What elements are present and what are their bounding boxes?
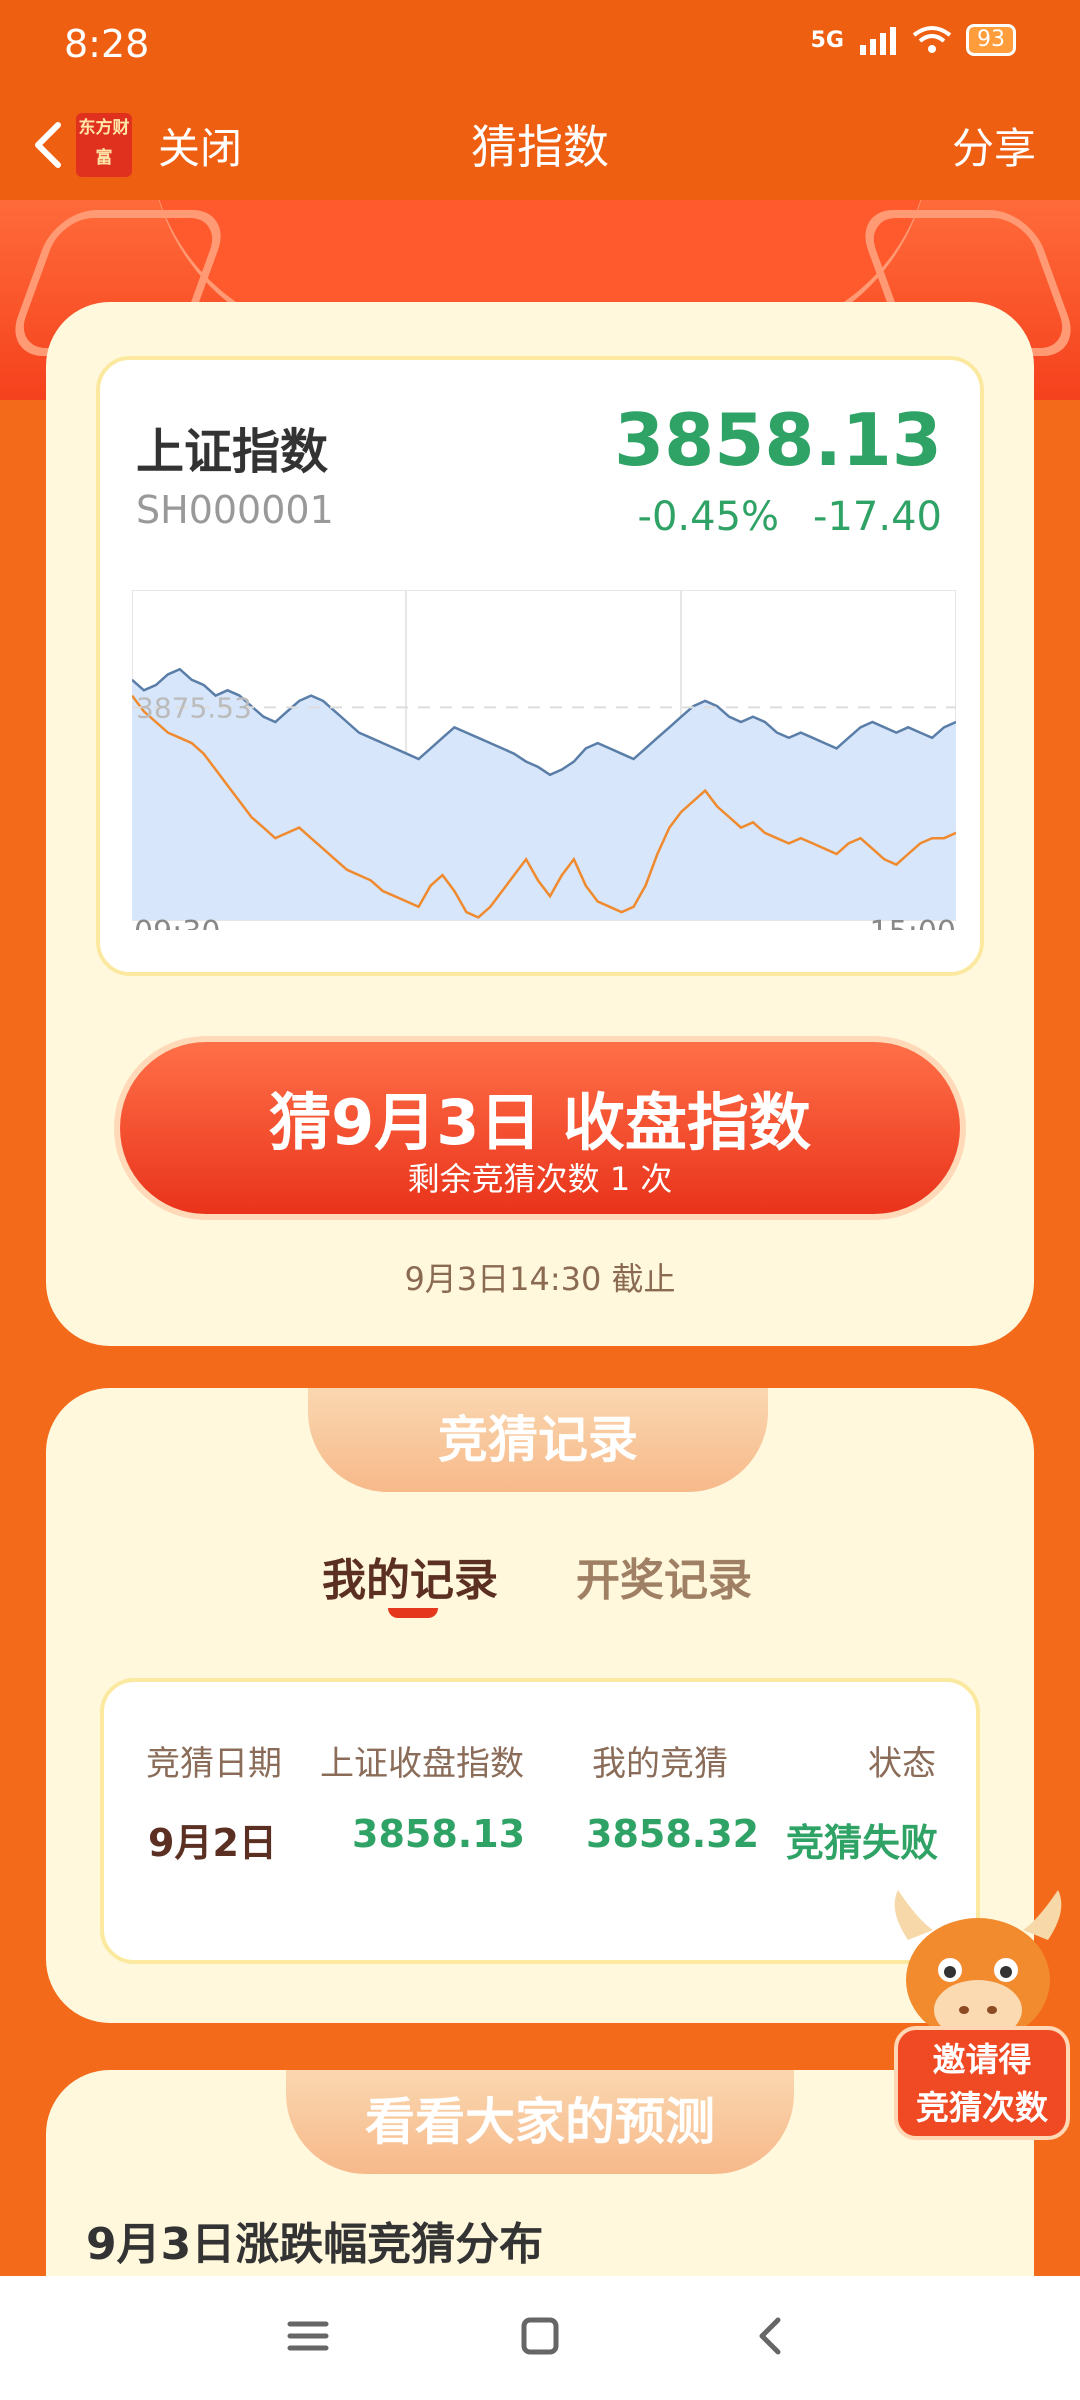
top-nav: 东方财富 关闭 猜指数 分享 [0,95,1080,200]
predictions-section-title: 看看大家的预测 [286,2070,794,2174]
invite-button[interactable]: 邀请得 竞猜次数 [894,2026,1070,2140]
system-nav-bar [0,2276,1080,2400]
table-cell-close: 3858.13 [352,1812,526,1856]
tab-active-indicator [388,1608,438,1618]
intraday-chart: 3875.53 09:30 15:00 [132,590,956,930]
tab-draw-records[interactable]: 开奖记录 [576,1544,752,1608]
index-change: -0.45% -17.40 [638,494,942,540]
home-icon[interactable] [510,2306,570,2366]
distribution-title: 9月3日涨跌幅竞猜分布 [86,2219,544,2270]
network-label: 5G [810,27,844,53]
index-name: 上证指数 [136,424,329,480]
invite-line2: 竞猜次数 [916,2088,1048,2127]
index-code: SH000001 [136,488,334,532]
signal-icon [860,27,896,55]
table-header-status: 状态 [868,1744,936,1784]
wifi-icon [912,26,952,53]
table-header-mine: 我的竞猜 [592,1744,728,1784]
deadline-text: 9月3日14:30 截止 [404,1260,676,1298]
guess-button-label: 猜9月3日 收盘指数 [269,1086,811,1159]
battery-icon: 93 [966,24,1016,56]
guess-remaining-label: 剩余竞猜次数 1 次 [407,1160,673,1198]
index-price: 3858.13 [614,398,942,482]
status-bar: 8:28 5G 93 [0,0,1080,95]
chart-x-end-label: 15:00 [870,915,956,930]
table-cell-mine: 3858.32 [586,1812,760,1856]
chart-x-start-label: 09:30 [134,915,220,930]
share-button[interactable]: 分享 [952,115,1036,176]
table-cell-status: 竞猜失败 [786,1821,939,1865]
records-section-title: 竞猜记录 [308,1388,768,1492]
guess-close-button[interactable]: 猜9月3日 收盘指数 剩余竞猜次数 1 次 [120,1042,960,1214]
table-header-date: 竞猜日期 [146,1744,282,1784]
invite-line1: 邀请得 [932,2040,1032,2079]
index-change-value: -17.40 [813,494,942,540]
chart-baseline-label: 3875.53 [136,691,252,724]
tab-my-records[interactable]: 我的记录 [322,1544,498,1608]
menu-icon[interactable] [278,2306,338,2366]
status-time: 8:28 [64,22,150,66]
table-cell-date: 9月2日 [148,1821,277,1865]
index-change-pct: -0.45% [637,494,780,540]
back-icon[interactable] [742,2306,802,2366]
table-header-close: 上证收盘指数 [320,1744,524,1784]
status-icons: 5G 93 [811,24,1016,56]
page-title: 猜指数 [471,120,609,174]
